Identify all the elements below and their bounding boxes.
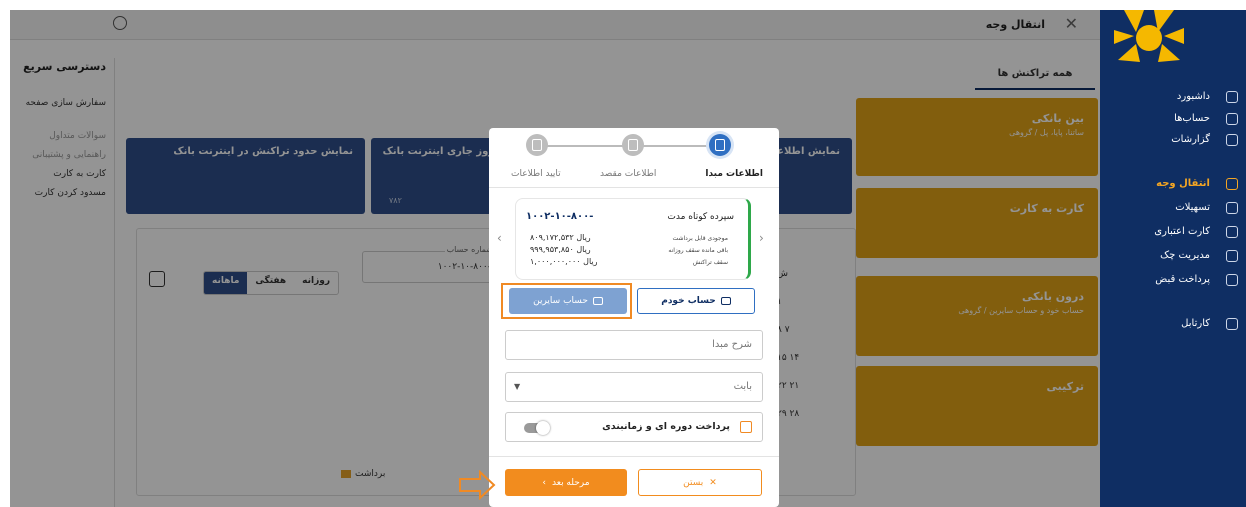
transfer-modal: اطلاعات مبدا اطلاعات مقصد تایید اطلاعات … [489,128,779,507]
own-account-button[interactable]: حساب خودم [637,288,755,314]
sidebar-item-loans[interactable]: تسهیلات [1100,199,1246,219]
bill-icon [1226,274,1238,286]
sidebar-item-accounts[interactable]: حساب‌ها [1100,110,1246,130]
step-destination-label: اطلاعات مقصد [600,169,657,179]
periodic-payment-row: پرداخت دوره ای و زمانبندی [505,412,763,442]
wallet-icon [720,297,731,305]
reports-icon [1226,134,1238,146]
close-button[interactable]: بستن ✕ [638,469,762,496]
accounts-icon [1226,113,1238,125]
chevron-right-icon[interactable]: › [759,231,764,245]
sidebar-item-transfer[interactable]: انتقال وجه [1100,175,1246,195]
calendar-icon [740,421,752,433]
periodic-toggle[interactable] [524,421,550,435]
step-destination-icon [622,134,644,156]
account-number: ۱۰۰۲-۱۰-۸۰۰- [526,211,594,222]
highlight-box [501,283,632,319]
next-step-button[interactable]: ‹ مرحله بعد [505,469,627,496]
sidebar-item-dashboard[interactable]: داشبورد [1100,88,1246,108]
step-confirm-label: تایید اطلاعات [511,169,561,179]
stepper: اطلاعات مبدا اطلاعات مقصد تایید اطلاعات [489,128,779,188]
sidebar-item-bill[interactable]: پرداخت قبض [1100,271,1246,291]
cartable-icon [1226,318,1238,330]
sidebar-item-credit-card[interactable]: کارت اعتباری [1100,223,1246,243]
chevron-left-icon[interactable]: ‹ [497,231,502,245]
close-icon: ✕ [709,477,717,488]
caret-down-icon: ▼ [514,382,521,391]
step-source-label: اطلاعات مبدا [705,169,763,179]
pointer-arrow-icon [459,470,496,500]
source-description-input[interactable]: شرح مبدا [505,330,763,360]
step-source-icon [709,134,731,156]
loans-icon [1226,202,1238,214]
dashboard-icon [1226,91,1238,103]
credit-card-icon [1226,226,1238,238]
cheque-icon [1226,250,1238,262]
sidebar-item-cheque[interactable]: مدیریت چک [1100,247,1246,267]
bank-logo [1114,10,1184,62]
purpose-select[interactable]: بابت ▼ [505,372,763,402]
account-name: سپرده کوتاه مدت [667,212,734,222]
sidebar: داشبورد حساب‌ها گزارشات انتقال وجه تسهیل… [1100,10,1246,507]
account-card[interactable]: ۱۰۰۲-۱۰-۸۰۰- سپرده کوتاه مدت ۸۰۹,۱۷۲,۵۳۲… [515,198,751,280]
transfer-icon [1226,178,1238,190]
step-confirm-icon [526,134,548,156]
sidebar-item-cartable[interactable]: کارتابل [1100,315,1246,335]
chevron-left-icon: ‹ [542,477,546,488]
sidebar-item-reports[interactable]: گزارشات [1100,131,1246,151]
